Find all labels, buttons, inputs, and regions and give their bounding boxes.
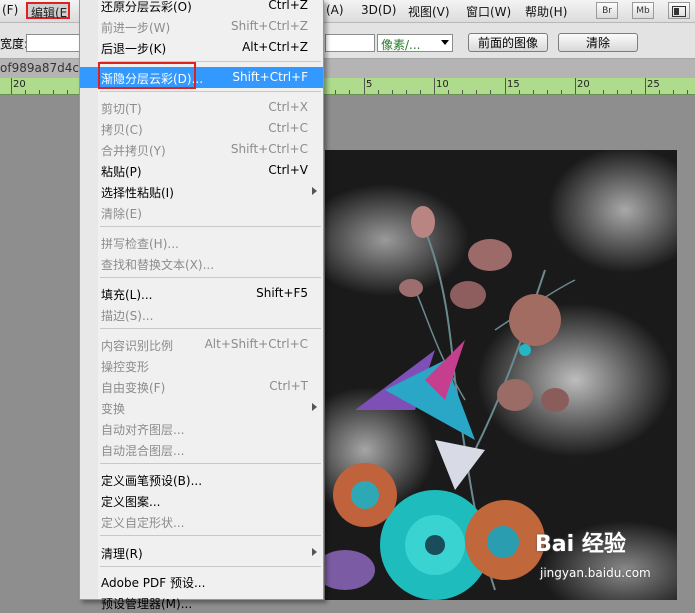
screen-mode-icon xyxy=(672,6,686,17)
width-input[interactable] xyxy=(26,34,83,52)
menu-item-preset-manager[interactable]: 预设管理器(M)... xyxy=(80,592,323,613)
menu-item-a[interactable]: (A) xyxy=(326,3,344,17)
submenu-arrow-icon xyxy=(312,187,317,195)
submenu-arrow-icon xyxy=(312,548,317,556)
ruler-label: 15 xyxy=(507,79,520,90)
menu-item-copy-merged[interactable]: 合并拷贝(Y) Shift+Ctrl+C xyxy=(80,139,323,160)
menu-item-step-forward[interactable]: 前进一步(W) Shift+Ctrl+Z xyxy=(80,16,323,37)
watermark-logo: Bai 经验 xyxy=(535,532,626,557)
annotation-highlight-box xyxy=(98,62,196,89)
menu-3d[interactable]: 3D(D) xyxy=(361,3,396,17)
menu-view[interactable]: 视图(V) xyxy=(408,3,450,20)
menu-item-spell-check[interactable]: 拼写检查(H)... xyxy=(80,232,323,253)
menu-item-define-brush[interactable]: 定义画笔预设(B)... xyxy=(80,469,323,490)
width-label: 宽度: xyxy=(0,37,29,51)
menu-separator xyxy=(100,328,321,329)
menu-item-puppet-warp[interactable]: 操控变形 xyxy=(80,355,323,376)
ruler-label: 25 xyxy=(647,79,660,90)
menu-item-auto-align[interactable]: 自动对齐图层... xyxy=(80,418,323,439)
mini-bridge-button[interactable]: Mb xyxy=(632,2,654,19)
menu-item-cut[interactable]: 剪切(T) Ctrl+X xyxy=(80,97,323,118)
menu-item-stroke[interactable]: 描边(S)... xyxy=(80,304,323,325)
menu-item-copy[interactable]: 拷贝(C) Ctrl+C xyxy=(80,118,323,139)
ruler-label: 5 xyxy=(366,79,373,90)
menu-separator xyxy=(100,566,321,567)
menu-item-auto-blend[interactable]: 自动混合图层... xyxy=(80,439,323,460)
menu-item-fill[interactable]: 填充(L)... Shift+F5 xyxy=(80,283,323,304)
edit-dropdown-menu: 还原分层云彩(O) Ctrl+Z 前进一步(W) Shift+Ctrl+Z 后退一步… xyxy=(79,0,324,611)
unit-select-value: 像素/... xyxy=(381,38,421,52)
chevron-down-icon xyxy=(441,40,449,45)
menu-separator xyxy=(100,535,321,536)
clear-button[interactable]: 清除 xyxy=(558,33,638,52)
ruler-label: 20 xyxy=(577,79,590,90)
menu-item-paste[interactable]: 粘贴(P) Ctrl+V xyxy=(80,160,323,181)
menu-help[interactable]: 帮助(H) xyxy=(525,3,567,20)
menu-item-pdf-presets[interactable]: Adobe PDF 预设... xyxy=(80,571,323,592)
menu-separator xyxy=(100,226,321,227)
menu-item-transform[interactable]: 变换 xyxy=(80,397,323,418)
watermark-url: jingyan.baidu.com xyxy=(540,566,651,580)
front-image-button[interactable]: 前面的图像 xyxy=(468,33,548,52)
menu-item-undo[interactable]: 还原分层云彩(O) Ctrl+Z xyxy=(80,0,323,16)
resolution-input[interactable] xyxy=(325,34,375,52)
menu-item-find-replace[interactable]: 查找和替换文本(X)... xyxy=(80,253,323,274)
unit-select[interactable]: 像素/... xyxy=(377,34,453,52)
menu-item-purge[interactable]: 清理(R) xyxy=(80,542,323,563)
ruler-label: 20 xyxy=(13,79,26,90)
menu-separator xyxy=(100,277,321,278)
screen-mode-button[interactable] xyxy=(668,2,690,19)
menu-item-clear[interactable]: 清除(E) xyxy=(80,202,323,223)
menu-separator xyxy=(100,91,321,92)
menu-window[interactable]: 窗口(W) xyxy=(466,3,511,20)
menu-file-partial[interactable]: (F) xyxy=(2,3,18,17)
ruler-label: 10 xyxy=(436,79,449,90)
menu-edit-label: 编辑(E xyxy=(31,6,68,20)
menu-separator xyxy=(100,463,321,464)
menu-item-step-backward[interactable]: 后退一步(K) Alt+Ctrl+Z xyxy=(80,37,323,58)
menu-edit[interactable]: 编辑(E xyxy=(26,2,70,20)
menu-item-free-transform[interactable]: 自由变换(F) Ctrl+T xyxy=(80,376,323,397)
menu-item-paste-special[interactable]: 选择性粘贴(I) xyxy=(80,181,323,202)
bridge-button[interactable]: Br xyxy=(596,2,618,19)
submenu-arrow-icon xyxy=(312,403,317,411)
menu-item-content-aware-scale[interactable]: 内容识别比例 Alt+Shift+Ctrl+C xyxy=(80,334,323,355)
menu-item-define-pattern[interactable]: 定义图案... xyxy=(80,490,323,511)
menu-item-define-shape[interactable]: 定义自定形状... xyxy=(80,511,323,532)
